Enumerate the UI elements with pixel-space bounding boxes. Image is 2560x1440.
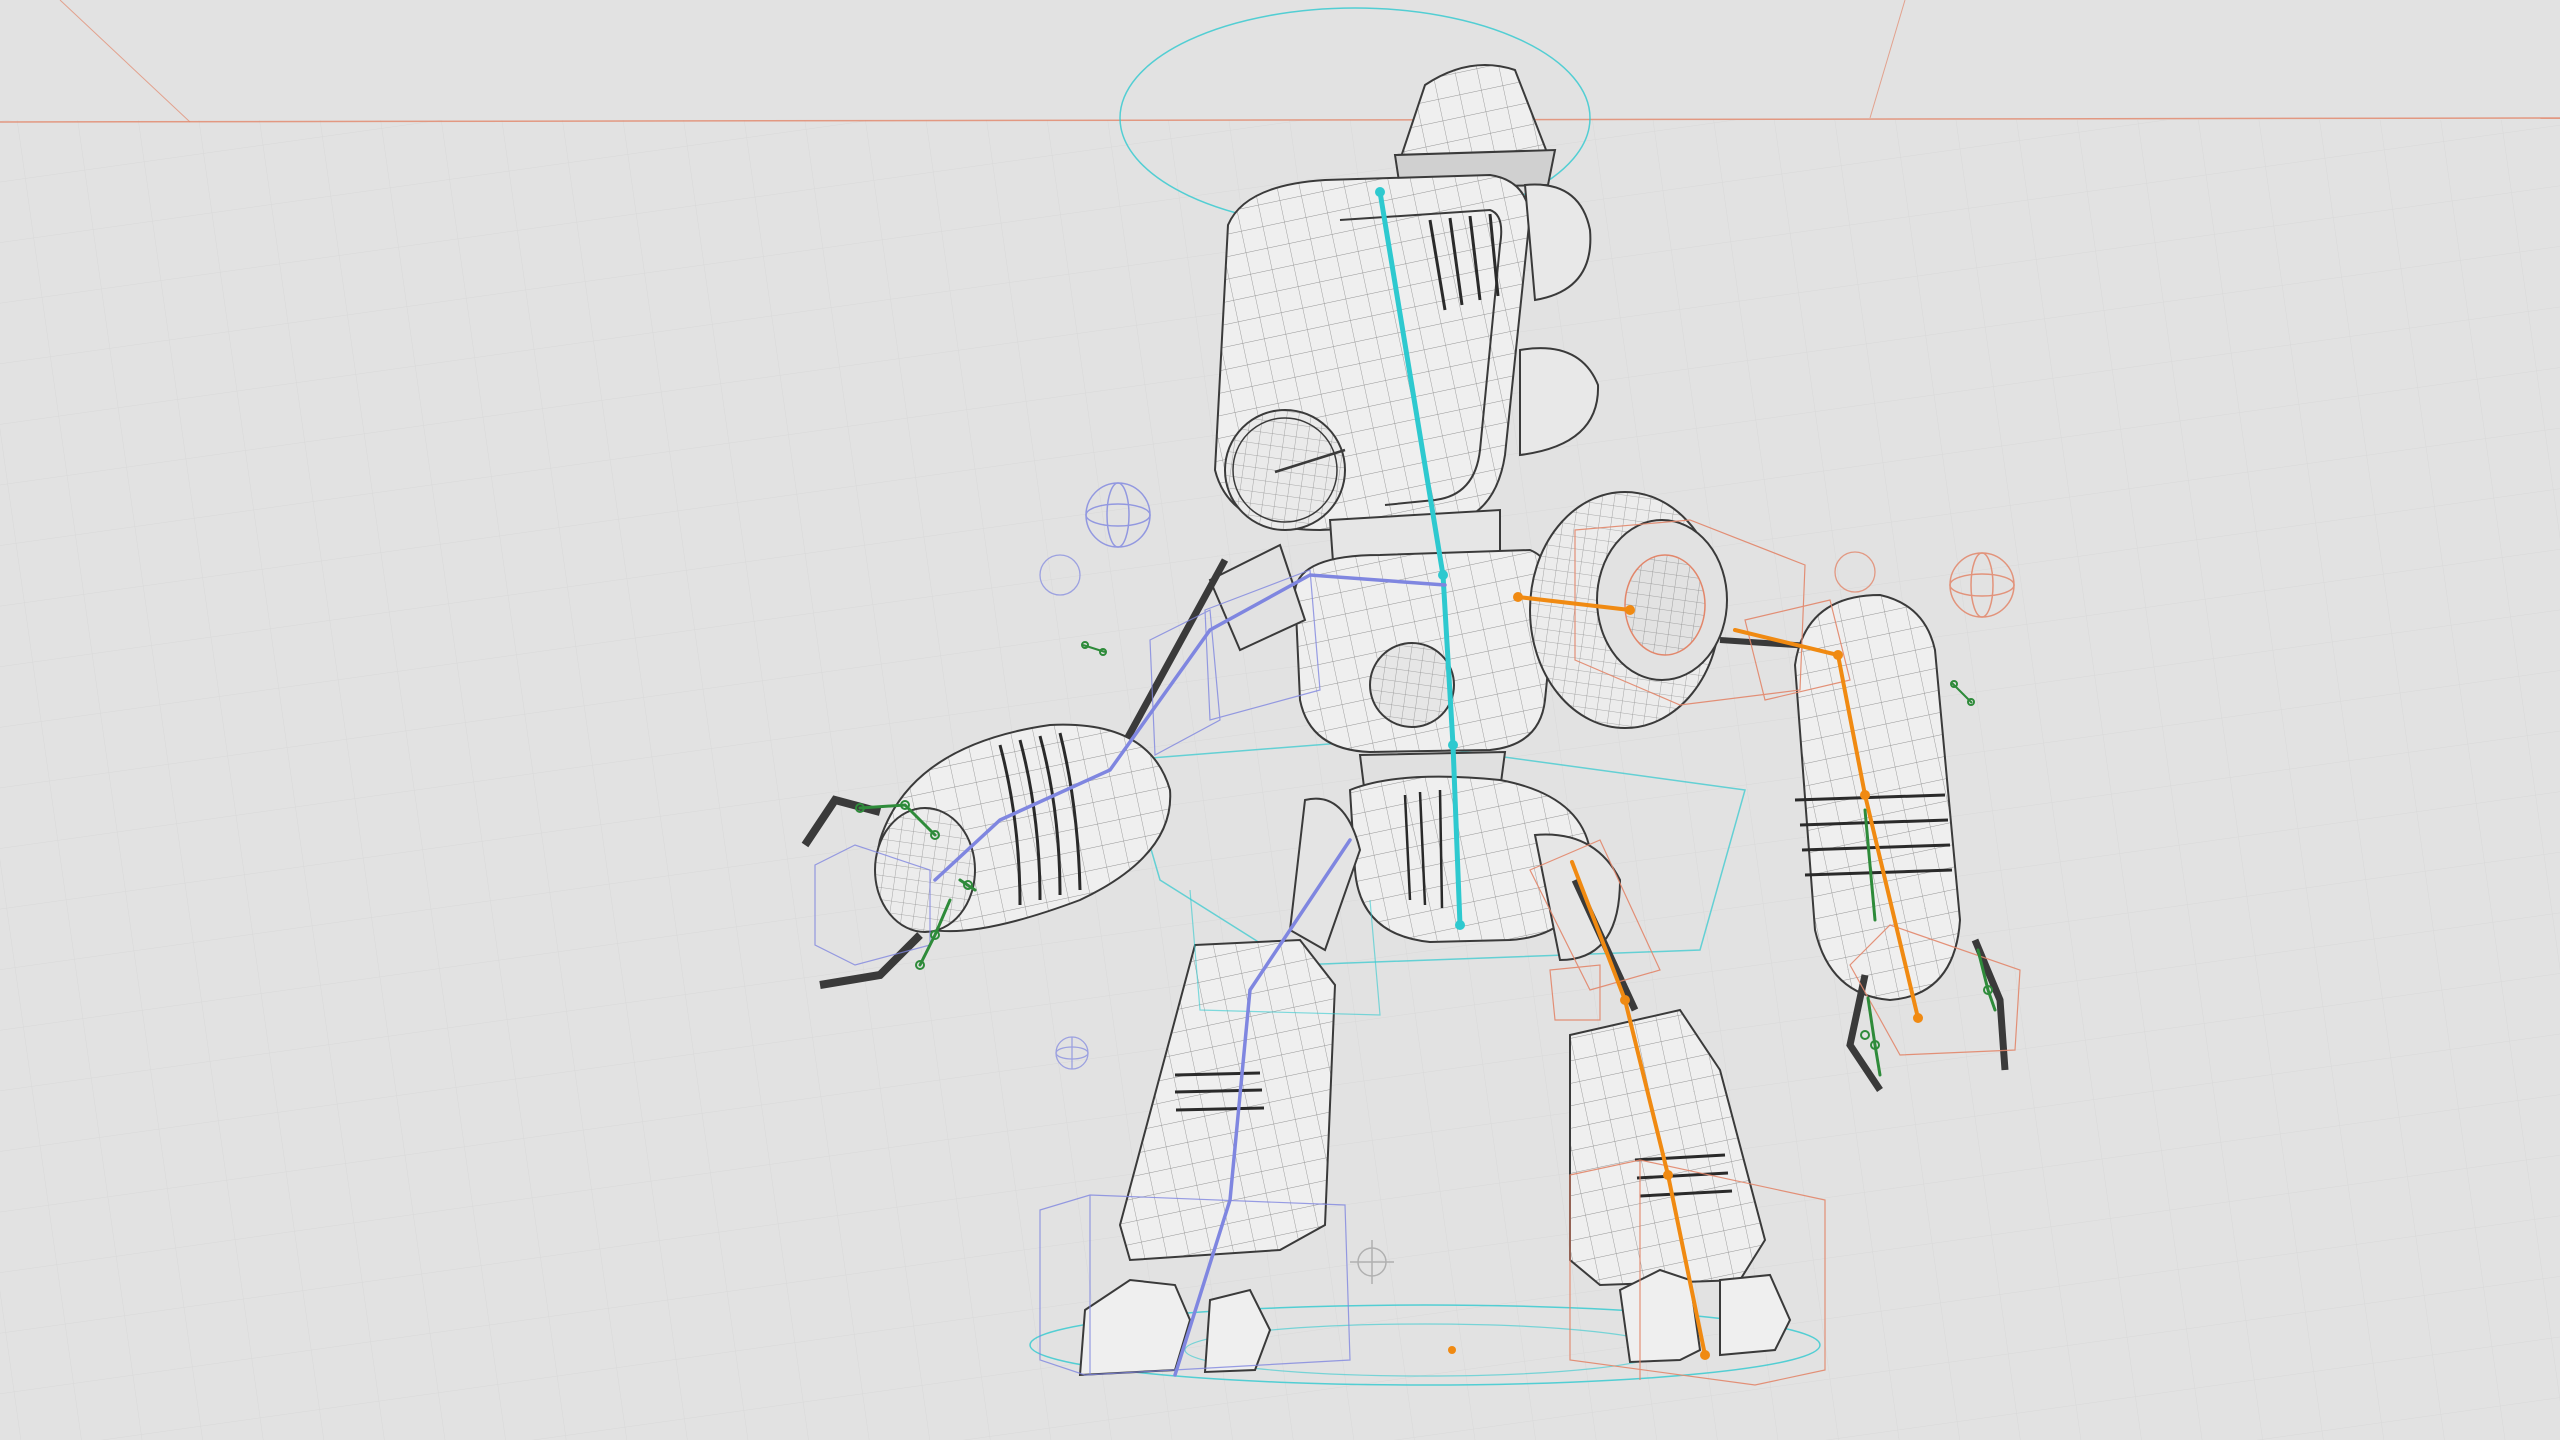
shoulder-hub (1624, 554, 1706, 656)
head-antenna-wire (1400, 65, 1548, 160)
grid-axis-line (59, 0, 191, 123)
viewport-canvas[interactable] (0, 0, 2560, 1440)
torso-core-sphere-wire (1370, 643, 1454, 727)
grid-axis-line (1869, 0, 1906, 119)
foot-left[interactable] (1618, 1268, 1702, 1364)
3d-viewport[interactable] (0, 0, 2560, 1440)
root-pivot[interactable] (1448, 1346, 1456, 1354)
